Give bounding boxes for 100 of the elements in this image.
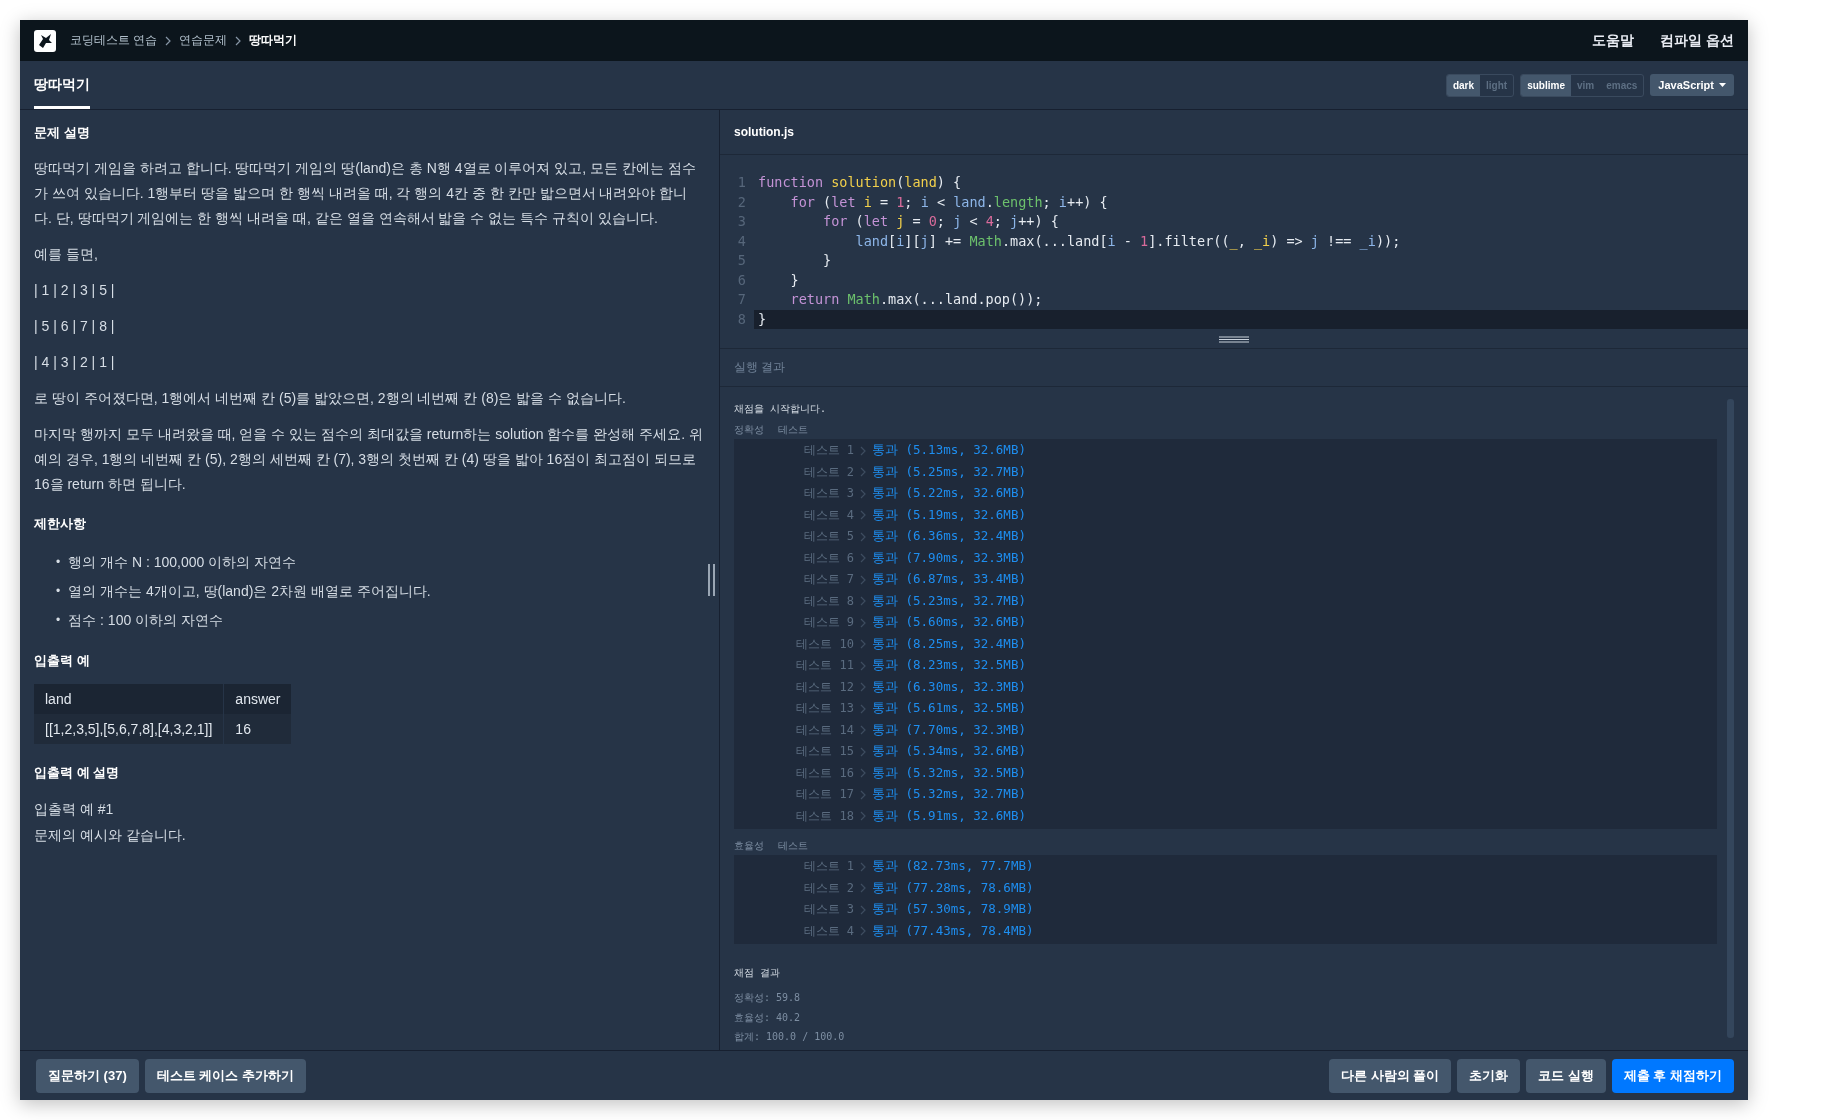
- test-label: 테스트 2: [802, 879, 854, 897]
- chevron-icon: [860, 467, 866, 478]
- test-result: 통과 (5.22ms, 32.6MB): [872, 485, 1026, 503]
- test-label: 테스트 4: [802, 922, 854, 940]
- chevron-icon: [860, 768, 866, 779]
- test-result: 통과 (57.30ms, 78.9MB): [872, 901, 1034, 919]
- table-cell: 16: [223, 714, 292, 744]
- test-result: 통과 (7.70ms, 32.3MB): [872, 721, 1026, 739]
- footer-button[interactable]: 질문하기 (37): [36, 1058, 139, 1093]
- test-label: 테스트 7: [802, 571, 854, 589]
- bullet-marker: •: [56, 553, 61, 570]
- test-label: 테스트 12: [795, 678, 854, 696]
- test-label: 테스트 18: [795, 807, 854, 825]
- code-text: for (let j = 0; j < 4; j++) {: [822, 212, 1060, 231]
- test-label: 테스트 5: [802, 528, 854, 546]
- chevron-icon: [860, 596, 866, 607]
- test-label: 테스트 3: [802, 901, 854, 919]
- explanation-line: 입출력 예 #1: [34, 800, 115, 819]
- chevron-icon: [860, 904, 866, 915]
- table-header: answer: [223, 684, 292, 714]
- results-title: 실행 결과: [734, 359, 786, 376]
- test-label: 테스트 4: [802, 506, 854, 524]
- chevron-icon: [860, 660, 866, 671]
- chevron-icon: [860, 861, 866, 872]
- chevron-icon: [860, 883, 866, 894]
- chevron-icon: [860, 725, 866, 736]
- keymap-option[interactable]: sublime: [1521, 74, 1571, 96]
- code-text: for (let i = 1; i < land.length; i++) {: [789, 192, 1109, 212]
- description-paragraph: | 1 | 2 | 3 | 5 |: [34, 281, 116, 300]
- test-label: 테스트 16: [795, 764, 854, 782]
- resize-handle[interactable]: [708, 564, 715, 596]
- logo-icon[interactable]: [34, 29, 56, 52]
- section-title: 입출력 예: [34, 652, 91, 670]
- section-title: 입출력 예 설명: [34, 764, 121, 782]
- test-label: 테스트 3: [802, 485, 854, 503]
- chevron-icon: [860, 746, 866, 757]
- chevron-icon: [860, 617, 866, 628]
- test-result: 통과 (6.87ms, 33.4MB): [872, 571, 1026, 589]
- test-label: 테스트 1: [802, 442, 854, 460]
- group-label: 테스트: [778, 423, 808, 437]
- chevron-icon: [860, 789, 866, 800]
- table-header: land: [34, 684, 224, 714]
- test-result: 통과 (5.34ms, 32.6MB): [872, 743, 1026, 761]
- description-paragraph: 땅따먹기 게임을 하려고 합니다. 땅따먹기 게임의 땅(land)은 총 N행 4열로 이루어져 있고, 모든 칸에는 점수가 쓰여 있습니다. 1행부터 땅을 밟으며 한 행씩 내려올 때, 각 행의 4칸 중 한 칸만 밟으면서 내려와야 합니다. 단, 땅따먹기 게임에는 한 행씩 내려올 때, 같은 열을 연속해서 밟을 수 없는 특수 규칙이 있습니다.: [34, 159, 697, 228]
- summary-title: 채점 결과: [734, 966, 782, 980]
- test-result: 통과 (5.32ms, 32.7MB): [872, 786, 1026, 804]
- footer-button[interactable]: 다른 사람의 풀이: [1328, 1058, 1452, 1093]
- test-result: 통과 (5.60ms, 32.6MB): [872, 614, 1026, 632]
- section-title: 제한사항: [34, 515, 87, 533]
- score-line: 합계: 100.0 / 100.0: [734, 1030, 846, 1044]
- chevron-icon: [860, 531, 866, 542]
- breadcrumb-link[interactable]: 연습문제: [179, 32, 228, 49]
- theme-option[interactable]: dark: [1446, 74, 1481, 96]
- footer-button[interactable]: 테스트 케이스 추가하기: [144, 1058, 306, 1093]
- header-link[interactable]: 컴파일 옵션: [1660, 31, 1734, 50]
- footer-button[interactable]: 코드 실행: [1526, 1058, 1606, 1093]
- language-dropdown[interactable]: JavaScript: [1650, 74, 1734, 96]
- code-text: function solution(land) {: [757, 173, 963, 192]
- test-result: 통과 (5.25ms, 32.7MB): [872, 463, 1026, 481]
- test-result: 통과 (77.28ms, 78.6MB): [872, 879, 1034, 897]
- test-label: 테스트 11: [795, 657, 854, 675]
- chevron-icon: [860, 811, 866, 822]
- code-text: }: [789, 270, 800, 290]
- description-paragraph: 예를 들면,: [34, 245, 99, 264]
- breadcrumb-link[interactable]: 코딩테스트 연습: [70, 32, 158, 49]
- code-text: }: [754, 309, 1748, 329]
- test-result: 통과 (5.32ms, 32.5MB): [872, 764, 1026, 782]
- footer-button[interactable]: 초기화: [1457, 1058, 1521, 1093]
- test-label: 테스트 1: [802, 858, 854, 876]
- test-label: 테스트 17: [795, 786, 854, 804]
- test-result: 통과 (5.23ms, 32.7MB): [872, 592, 1026, 610]
- code-text: land[i][j] += Math.max(...land[i - 1].filter((_, _i) => j !== _i));: [854, 231, 1402, 251]
- chevron-icon: [860, 926, 866, 937]
- chevron-icon: [235, 35, 242, 46]
- breadcrumb-link[interactable]: 땅따먹기: [249, 32, 298, 49]
- chevron-icon: [860, 639, 866, 650]
- drag-handle-icon[interactable]: [1219, 336, 1249, 343]
- file-name: solution.js: [734, 125, 794, 139]
- test-result: 통과 (8.25ms, 32.4MB): [872, 635, 1026, 653]
- header-link[interactable]: 도움말: [1592, 31, 1635, 50]
- test-result: 통과 (5.13ms, 32.6MB): [872, 442, 1026, 460]
- group-label: 정확성: [734, 423, 764, 437]
- test-label: 테스트 9: [802, 614, 854, 632]
- problem-tab[interactable]: 땅따먹기: [34, 61, 90, 109]
- submit-button[interactable]: 제출 후 채점하기: [1611, 1058, 1734, 1093]
- test-label: 테스트 13: [795, 700, 854, 718]
- section-title: 문제 설명: [34, 124, 91, 142]
- test-result: 통과 (5.19ms, 32.6MB): [872, 506, 1026, 524]
- caret-icon: [1719, 83, 1726, 87]
- test-result: 통과 (6.30ms, 32.3MB): [872, 678, 1026, 696]
- description-paragraph: 마지막 행까지 모두 내려왔을 때, 얻을 수 있는 점수의 최대값을 return하는 solution 함수를 완성해 주세요. 위 예의 경우, 1행의 네번째 칸 (5), 2행의 세번째 칸 (7), 3행의 첫번째 칸 (4) 땅을 밟아 16점이 최고점이 되므로 16을 return 하면 됩니다.: [34, 425, 704, 494]
- score-line: 정확성: 59.8: [734, 991, 802, 1005]
- chevron-icon: [860, 445, 866, 456]
- test-result: 통과 (8.23ms, 32.5MB): [872, 657, 1026, 675]
- description-paragraph: | 5 | 6 | 7 | 8 |: [34, 317, 116, 336]
- bullet-marker: •: [56, 611, 61, 628]
- test-result: 통과 (5.91ms, 32.6MB): [872, 807, 1026, 825]
- score-line: 효율성: 40.2: [734, 1010, 802, 1025]
- test-result: 통과 (77.43ms, 78.4MB): [872, 922, 1034, 940]
- group-label: 테스트: [778, 839, 808, 853]
